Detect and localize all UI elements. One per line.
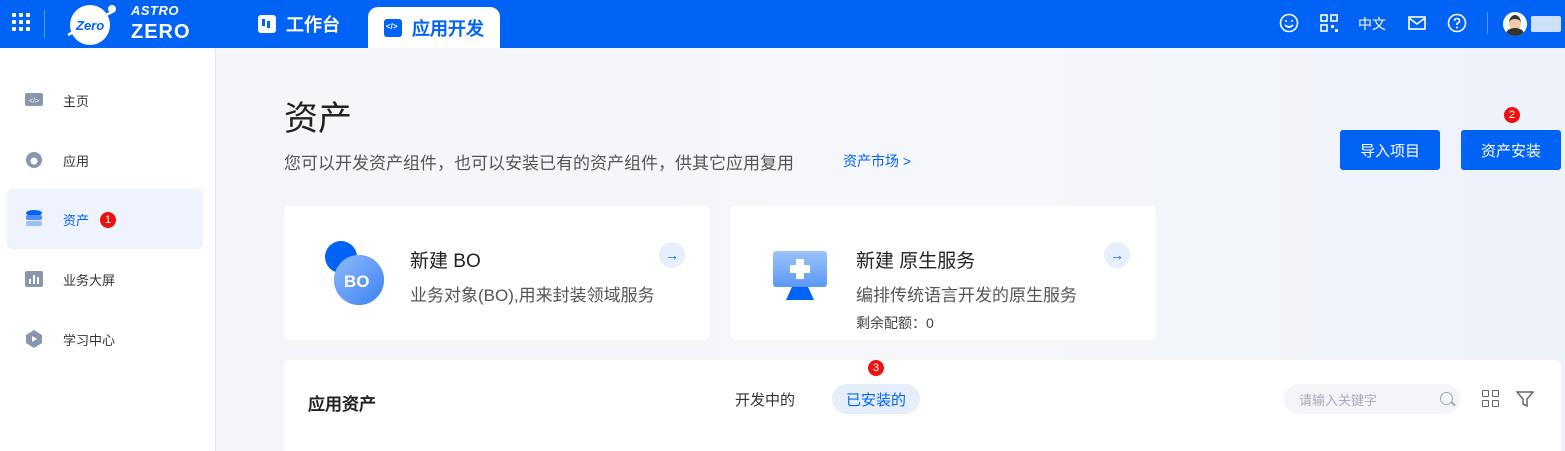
code-icon <box>384 18 402 37</box>
card-title: 新建 BO <box>410 251 481 272</box>
search-input[interactable]: 请输入关键字 <box>1284 384 1460 414</box>
sidebar-item-label: 主页 <box>63 93 90 109</box>
sidebar: </> 主页 应用 资产 1 业务大屏 学习中心 <box>0 48 216 451</box>
bo-icon: BO <box>325 241 384 305</box>
tab-workbench-label: 工作台 <box>286 15 340 35</box>
smile-icon[interactable] <box>1278 12 1300 34</box>
top-bar: Zero ASTRO ZERO 工作台 应用开发 中文 <box>0 0 1565 48</box>
step-badge-1: 1 <box>100 212 116 228</box>
tab-developing[interactable]: 开发中的 <box>721 384 809 414</box>
panel-title: 应用资产 <box>308 395 376 414</box>
step-badge-3: 3 <box>868 360 884 376</box>
help-icon[interactable] <box>1446 12 1468 34</box>
import-project-button[interactable]: 导入项目 <box>1340 130 1440 170</box>
dashboard-icon <box>258 15 276 33</box>
logo-icon[interactable]: Zero <box>64 3 116 45</box>
database-icon <box>26 210 42 226</box>
tab-app-dev[interactable]: 应用开发 <box>368 7 500 48</box>
header-divider <box>44 10 45 38</box>
asset-market-link[interactable]: 资产市场 > <box>843 151 911 171</box>
qrcode-icon[interactable] <box>1318 12 1340 34</box>
remaining-quota: 剩余配额：0 <box>856 315 934 331</box>
language-switch[interactable]: 中文 <box>1358 14 1386 34</box>
header-right-divider <box>1487 12 1488 34</box>
logo-text-top: ASTRO <box>131 3 179 18</box>
sidebar-item-label: 资产 <box>63 212 90 228</box>
sidebar-item-label: 应用 <box>63 153 90 169</box>
code-window-icon: </> <box>25 93 43 106</box>
card-description: 编排传统语言开发的原生服务 <box>856 286 1077 305</box>
tab-installed[interactable]: 已安装的 <box>832 384 921 414</box>
tab-workbench[interactable]: 工作台 <box>258 0 340 48</box>
svg-text:</>: </> <box>29 98 39 105</box>
avatar[interactable] <box>1503 12 1527 36</box>
card-title: 新建 原生服务 <box>856 251 976 272</box>
search-icon[interactable] <box>1440 392 1453 405</box>
new-bo-card[interactable]: BO 新建 BO 业务对象(BO),用来封装领域服务 → <box>284 206 710 340</box>
logo-text-bottom: ZERO <box>131 21 191 43</box>
arrow-right-icon[interactable]: → <box>659 242 685 268</box>
svg-text:Zero: Zero <box>75 18 104 33</box>
new-native-service-card[interactable]: 新建 原生服务 编排传统语言开发的原生服务 剩余配额：0 → <box>730 206 1156 340</box>
bar-chart-icon <box>25 271 43 287</box>
filter-icon[interactable] <box>1516 390 1534 408</box>
app-assets-panel: 应用资产 开发中的 已安装的 3 请输入关键字 <box>284 360 1561 451</box>
page-description: 您可以开发资产组件，也可以安装已有的资产组件，供其它应用复用 <box>284 154 794 173</box>
sidebar-item-label: 业务大屏 <box>63 272 116 288</box>
apps-grid-icon[interactable] <box>12 13 32 33</box>
sidebar-item-home[interactable]: </> 主页 <box>7 70 203 130</box>
native-service-icon <box>773 251 827 300</box>
tab-app-dev-label: 应用开发 <box>412 18 484 39</box>
mail-icon[interactable] <box>1406 12 1428 34</box>
sidebar-item-assets[interactable]: 资产 1 <box>7 189 203 249</box>
sidebar-item-apps[interactable]: 应用 <box>7 130 203 190</box>
step-badge-2: 2 <box>1504 107 1520 123</box>
page-title: 资产 <box>284 100 352 138</box>
learning-icon <box>26 330 42 348</box>
app-cloud-icon <box>26 152 42 168</box>
grid-view-icon[interactable] <box>1482 390 1500 408</box>
card-description: 业务对象(BO),用来封装领域服务 <box>410 286 655 305</box>
svg-text:BO: BO <box>344 272 370 291</box>
sidebar-item-learning[interactable]: 学习中心 <box>7 309 203 369</box>
sidebar-item-label: 学习中心 <box>63 332 116 348</box>
arrow-right-icon[interactable]: → <box>1104 242 1130 268</box>
sidebar-item-dashboard[interactable]: 业务大屏 <box>7 249 203 309</box>
asset-install-button[interactable]: 资产安装 <box>1461 130 1561 170</box>
user-name-placeholder[interactable] <box>1531 16 1561 32</box>
